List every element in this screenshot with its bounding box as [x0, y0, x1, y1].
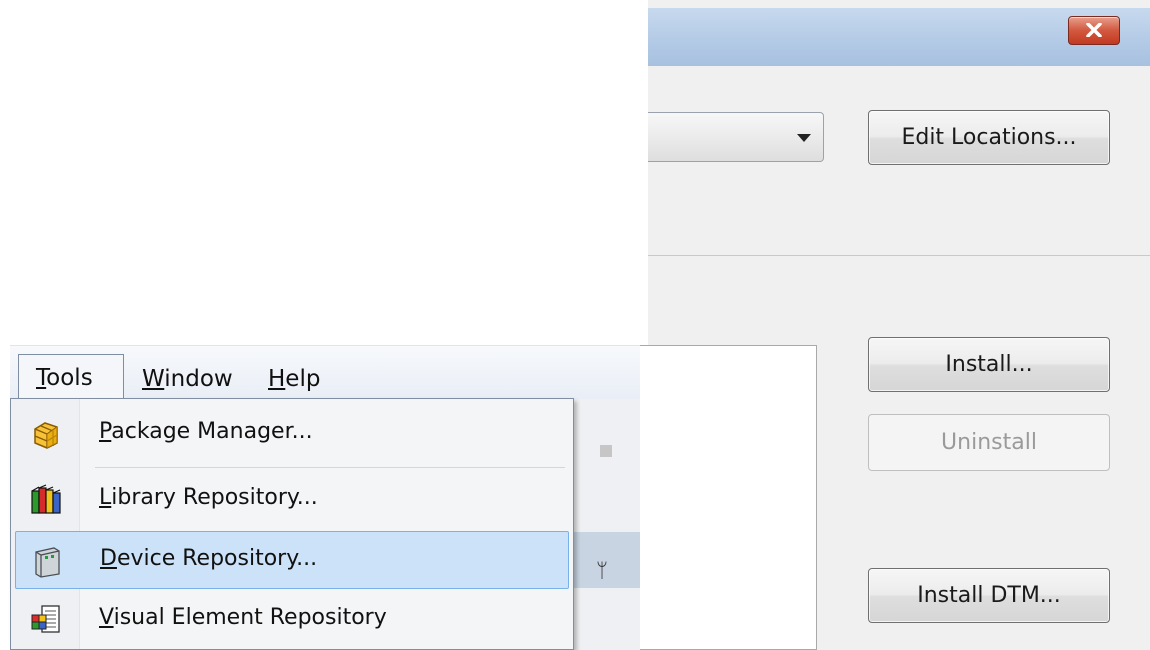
menu-tools-mnemonic: T: [36, 365, 47, 391]
separator: [648, 255, 1150, 256]
uninstall-button[interactable]: Uninstall: [868, 414, 1110, 471]
tools-dropdown-menu: Package Manager... Library Repository...…: [10, 398, 574, 650]
close-icon: [1086, 23, 1102, 37]
visual-element-repository-icon: [31, 605, 60, 633]
menu-window[interactable]: Window: [142, 364, 233, 394]
menu-bar: Tools Window Help: [10, 345, 640, 400]
menu-window-mnemonic: W: [142, 366, 165, 392]
mnemonic: V: [99, 605, 114, 630]
menu-item-library-repository[interactable]: Library Repository...: [15, 471, 569, 529]
menu-item-label: Device Repository...: [100, 546, 317, 571]
menu-item-label: Library Repository...: [99, 485, 318, 510]
menu-tools[interactable]: Tools: [18, 354, 124, 400]
close-button[interactable]: [1068, 16, 1120, 45]
install-button[interactable]: Install...: [868, 337, 1110, 392]
install-dtm-button[interactable]: Install DTM...: [868, 568, 1110, 623]
menu-help-mnemonic: H: [268, 366, 286, 392]
label-text: ibrary Repository...: [111, 485, 318, 510]
device-repository-icon: [35, 547, 60, 578]
menu-tools-label: ools: [46, 365, 93, 391]
menu-item-label: Visual Element Repository: [99, 605, 387, 630]
menu-help[interactable]: Help: [268, 364, 320, 394]
menu-item-device-repository[interactable]: Device Repository...: [15, 531, 569, 589]
label-text: isual Element Repository: [113, 605, 387, 630]
menu-separator: [95, 467, 565, 468]
library-repository-icon: [31, 484, 61, 514]
installed-list[interactable]: [640, 345, 817, 650]
edit-locations-button[interactable]: Edit Locations...: [868, 110, 1110, 165]
mnemonic: L: [99, 485, 112, 510]
menu-help-label: elp: [285, 366, 321, 392]
location-combobox[interactable]: [648, 112, 824, 162]
mnemonic: P: [99, 419, 112, 444]
label-text: evice Repository...: [116, 546, 318, 571]
label-text: ackage Manager...: [111, 419, 313, 444]
menu-item-label: Package Manager...: [99, 419, 313, 444]
mnemonic: D: [100, 546, 117, 571]
menu-item-visual-element-repository[interactable]: Visual Element Repository: [15, 591, 569, 649]
package-manager-icon: [34, 422, 58, 449]
stop-icon: [600, 445, 612, 457]
pin-icon[interactable]: ᛘ: [596, 560, 608, 580]
menu-window-label: indow: [164, 366, 233, 392]
chevron-down-icon[interactable]: [797, 134, 811, 142]
menu-item-package-manager[interactable]: Package Manager...: [15, 405, 569, 463]
